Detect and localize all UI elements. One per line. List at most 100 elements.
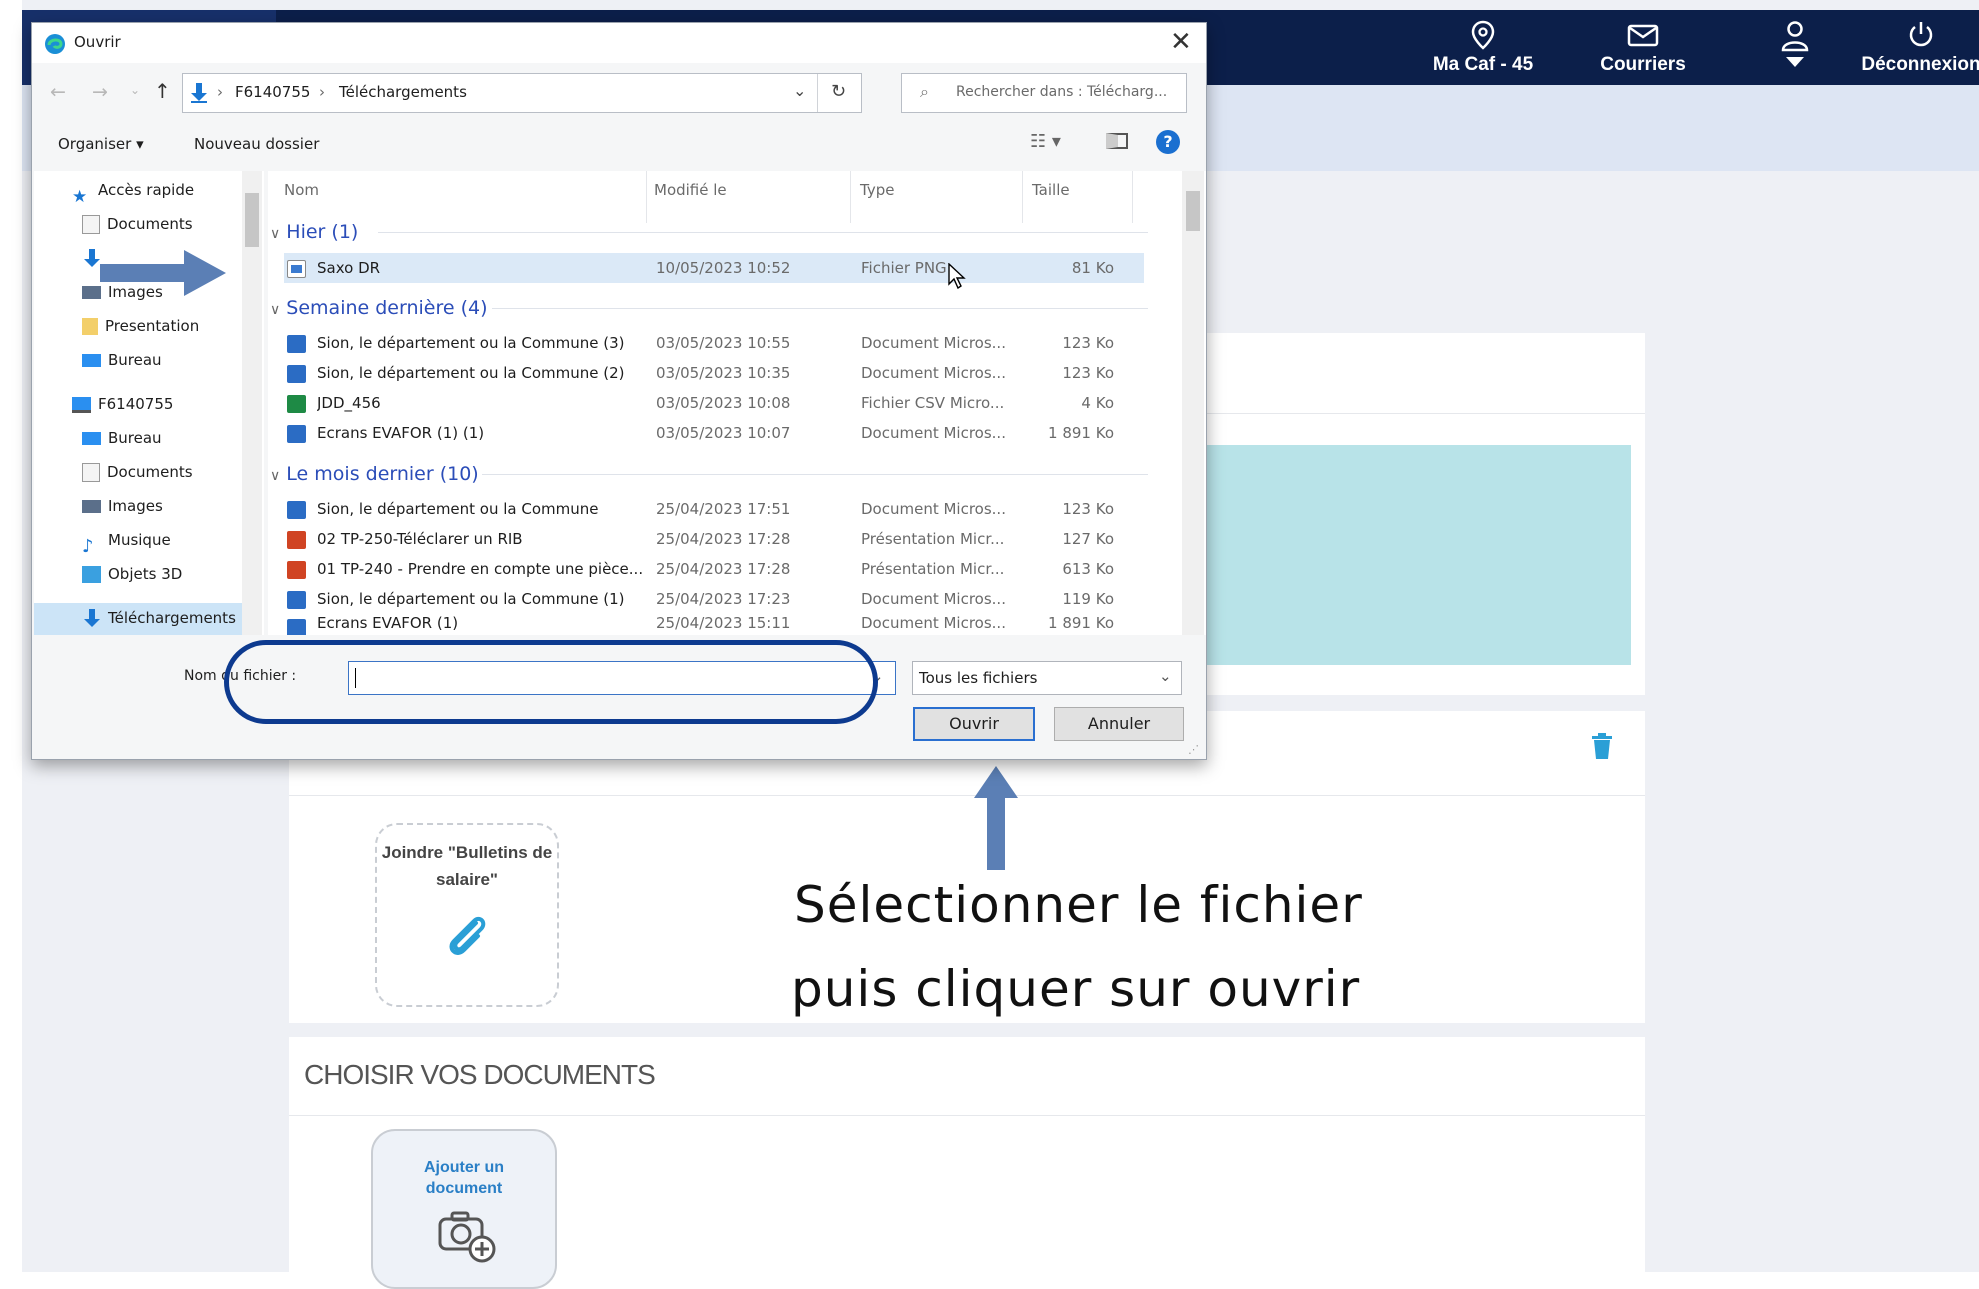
star-icon: ★: [72, 187, 88, 207]
help-icon[interactable]: ?: [1156, 130, 1180, 154]
add-document-tile[interactable]: Ajouter un document: [371, 1129, 557, 1289]
nav-item-telechargements[interactable]: Téléchargements: [82, 603, 236, 633]
user-icon: [1781, 21, 1809, 67]
preview-pane-icon[interactable]: [1106, 133, 1128, 149]
up-arrow-icon[interactable]: ↑: [154, 79, 171, 103]
nav-scroll-thumb[interactable]: [245, 193, 259, 247]
download-icon: [191, 83, 207, 103]
computer-icon: [72, 396, 91, 413]
nav-item-objets-3d[interactable]: Objets 3D: [82, 559, 182, 589]
new-folder-button[interactable]: Nouveau dossier: [194, 135, 319, 153]
nav-item-documents-pinned[interactable]: Documents: [82, 209, 193, 239]
search-input[interactable]: ⌕ Rechercher dans : Télécharg...: [901, 73, 1187, 113]
nav-item-bureau-pinned[interactable]: Bureau: [82, 345, 162, 375]
location-pin-icon: [1471, 20, 1495, 50]
courriers-button[interactable]: Courriers: [1588, 10, 1698, 85]
ma-caf-button[interactable]: Ma Caf - 45: [1428, 10, 1538, 85]
nav-item-this-pc[interactable]: F6140755: [72, 389, 173, 419]
dialog-titlebar: Ouvrir ✕: [32, 23, 1206, 63]
breadcrumb-item[interactable]: F6140755: [235, 83, 310, 101]
nav-scrollbar[interactable]: [242, 171, 262, 635]
file-row[interactable]: Sion, le département ou la Commune (1) 2…: [287, 585, 1133, 614]
file-list-scrollbar[interactable]: [1182, 171, 1204, 635]
file-row[interactable]: Sion, le département ou la Commune 25/04…: [287, 495, 1133, 524]
filename-highlight-oval: [224, 640, 878, 724]
user-menu-button[interactable]: [1750, 10, 1840, 85]
nav-item-quick-access[interactable]: ★ Accès rapide: [72, 175, 194, 207]
address-bar[interactable]: › F6140755 › Téléchargements ⌄ ↻: [182, 73, 862, 113]
nav-item-downloads-pinned[interactable]: [82, 243, 102, 273]
nav-item-documents[interactable]: Documents: [82, 457, 193, 487]
group-line: [492, 308, 1148, 309]
group-header-hier[interactable]: ∨ Hier (1): [270, 217, 1150, 247]
resize-grip-icon[interactable]: ⋰: [1188, 743, 1199, 756]
folder-icon: [82, 318, 98, 335]
file-list-scroll-thumb[interactable]: [1186, 191, 1200, 231]
file-row[interactable]: Saxo DR 10/05/2023 10:52 Fichier PNG 81 …: [287, 254, 1133, 283]
breadcrumb-separator: ›: [319, 83, 325, 101]
file-row[interactable]: Ecrans EVAFOR (1) 25/04/2023 15:11 Docum…: [287, 613, 1133, 635]
document-folder-icon: [82, 463, 100, 482]
mouse-cursor-icon: [948, 263, 966, 289]
search-icon: ⌕: [920, 82, 929, 101]
nav-item-images[interactable]: Images: [82, 491, 163, 521]
chevron-down-icon: ⌄: [1159, 667, 1172, 685]
cancel-button[interactable]: Annuler: [1054, 707, 1184, 741]
close-icon[interactable]: ✕: [1170, 27, 1192, 57]
choose-documents-title: CHOISIR VOS DOCUMENTS: [304, 1059, 656, 1090]
ma-caf-label: Ma Caf - 45: [1432, 54, 1534, 75]
deconnexion-label: Déconnexion: [1861, 54, 1979, 75]
courriers-label: Courriers: [1600, 54, 1686, 75]
search-placeholder: Rechercher dans : Télécharg...: [956, 84, 1168, 100]
file-row[interactable]: Ecrans EVAFOR (1) (1) 03/05/2023 10:07 D…: [287, 419, 1133, 448]
column-header-modified[interactable]: Modifié le: [654, 181, 727, 199]
power-icon: [1909, 22, 1933, 47]
column-divider: [646, 171, 647, 223]
nav-item-presentation-pinned[interactable]: Presentation: [82, 311, 199, 341]
paperclip-icon: [449, 916, 486, 955]
column-header-name[interactable]: Nom: [284, 181, 319, 199]
recent-dropdown-icon[interactable]: ⌄: [130, 83, 140, 97]
file-row[interactable]: JDD_456 03/05/2023 10:08 Fichier CSV Mic…: [287, 389, 1133, 418]
group-header-semaine-derniere[interactable]: ∨ Semaine dernière (4): [270, 293, 1150, 323]
card-divider: [289, 795, 1645, 796]
excel-file-icon: [287, 395, 306, 413]
file-row[interactable]: Sion, le département ou la Commune (2) 0…: [287, 359, 1133, 388]
navigation-pane: ★ Accès rapide Documents Images Presentat…: [34, 171, 264, 635]
open-button[interactable]: Ouvrir: [913, 707, 1035, 741]
address-divider: [817, 74, 818, 112]
trash-icon[interactable]: [1590, 732, 1614, 760]
column-divider: [1022, 171, 1023, 223]
powerpoint-file-icon: [287, 531, 306, 549]
chevron-down-icon[interactable]: ⌄: [793, 81, 806, 100]
view-options-icon[interactable]: ☷ ▾: [1030, 131, 1061, 152]
file-type-value: Tous les fichiers: [919, 669, 1038, 687]
upload-bulletins-tile[interactable]: Joindre "Bulletins de salaire": [375, 823, 559, 1007]
file-row[interactable]: 02 TP-250-Téléclarer un RIB 25/04/2023 1…: [287, 525, 1133, 554]
group-line: [482, 474, 1148, 475]
breadcrumb-item[interactable]: Téléchargements: [339, 83, 467, 101]
file-type-select[interactable]: Tous les fichiers ⌄: [912, 661, 1182, 695]
powerpoint-file-icon: [287, 561, 306, 579]
music-icon: ♪: [82, 536, 94, 557]
column-divider: [850, 171, 851, 223]
nav-item-musique[interactable]: ♪ Musique: [82, 525, 171, 557]
deconnexion-button[interactable]: Déconnexion: [1856, 10, 1979, 85]
forward-arrow-icon[interactable]: →: [92, 81, 108, 103]
chevron-down-icon: ∨: [270, 302, 281, 318]
word-file-icon: [287, 365, 306, 383]
refresh-icon[interactable]: ↻: [831, 81, 846, 102]
word-file-icon: [287, 501, 306, 519]
nav-item-bureau[interactable]: Bureau: [82, 423, 162, 453]
edge-browser-icon: [45, 34, 65, 54]
file-row[interactable]: 01 TP-240 - Prendre en compte une pièce.…: [287, 555, 1133, 584]
mail-icon: [1627, 24, 1659, 47]
annotation-caption-line2: puis cliquer sur ouvrir: [791, 960, 1361, 1018]
group-header-mois-dernier[interactable]: ∨ Le mois dernier (10): [270, 459, 1150, 489]
file-row[interactable]: Sion, le département ou la Commune (3) 0…: [287, 329, 1133, 358]
organize-menu[interactable]: Organiser ▾: [58, 135, 144, 153]
back-arrow-icon[interactable]: ←: [50, 81, 66, 103]
column-header-type[interactable]: Type: [860, 181, 894, 199]
dialog-title: Ouvrir: [74, 33, 121, 51]
column-header-size[interactable]: Taille: [1032, 181, 1070, 199]
